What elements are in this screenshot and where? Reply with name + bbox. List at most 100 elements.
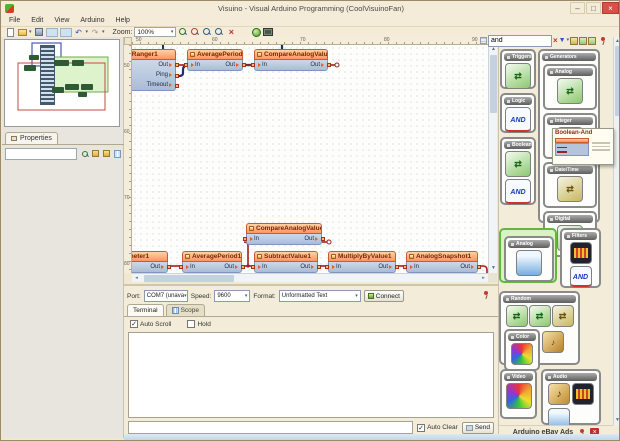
scroll-down-icon[interactable]: ▼ (614, 416, 620, 425)
pin-connector[interactable] (325, 265, 329, 269)
zoom-in-button[interactable] (178, 28, 188, 37)
new-project-button[interactable] (5, 28, 15, 37)
block-analog-snapshot1[interactable]: AnalogSnapshot1 InOut (406, 251, 478, 273)
scroll-left-icon[interactable]: ◂ (132, 274, 141, 283)
connect-button[interactable]: Connect (364, 290, 404, 302)
properties-filter-icon[interactable] (80, 149, 89, 158)
format-combobox[interactable]: Unformatted Text▾ (279, 290, 361, 302)
group-header[interactable]: Filters (564, 232, 597, 240)
compile-run-icon[interactable] (252, 28, 261, 37)
palette-group-filters[interactable]: Filters AND (560, 228, 601, 288)
block-compare-analog-value2[interactable]: CompareAnalogValue2 InOut (254, 49, 328, 71)
design-canvas[interactable]: UltrasonicRanger1 EchoOut Ping Timeout A… (132, 45, 488, 273)
project-overview-minimap[interactable] (4, 39, 120, 127)
pin-connector[interactable] (395, 265, 399, 269)
category-view-icon[interactable] (114, 150, 121, 158)
block-multiply-by-value1[interactable]: MultiplyByValue1 InOut (328, 251, 396, 273)
menu-help[interactable]: Help (111, 16, 135, 25)
pin-connector[interactable] (184, 63, 188, 67)
palette-scrollbar[interactable]: ▲ ▼ (613, 37, 620, 425)
random-gold-icon[interactable]: ♪ (542, 331, 564, 353)
pin-out[interactable]: Out (310, 62, 324, 68)
canvas-vertical-scrollbar[interactable]: ▲ ▼ (488, 45, 497, 273)
palette-pin-icon[interactable] (598, 36, 607, 45)
group-header[interactable]: Triggers (504, 53, 532, 61)
pin-connector[interactable] (175, 63, 179, 67)
tab-scope[interactable]: Scope (166, 304, 205, 316)
pin-out[interactable]: Out (150, 264, 164, 270)
block-ultrasonic-ranger1[interactable]: UltrasonicRanger1 EchoOut Ping Timeout (132, 49, 176, 91)
board-button[interactable] (263, 28, 273, 37)
palette-group-video[interactable]: Video (500, 369, 537, 419)
palette-group-logic[interactable]: Logic AND (500, 93, 536, 133)
pin-out[interactable]: Out (304, 236, 318, 242)
random-icon[interactable]: ⇄ (552, 305, 574, 327)
palette-group-boolean[interactable]: Boolean ⇄ AND (500, 137, 536, 205)
random-icon[interactable]: ⇄ (529, 305, 551, 327)
subgroup-header[interactable]: Color (508, 333, 536, 341)
tab-properties[interactable]: Properties (5, 132, 58, 144)
undo-dropdown-caret[interactable]: ▾ (86, 28, 89, 37)
auto-scroll-option[interactable]: ✓Auto Scroll (130, 320, 171, 328)
terminal-pin-icon[interactable] (481, 290, 490, 299)
delete-button[interactable]: × (226, 28, 236, 37)
group-header[interactable]: Logic (504, 97, 532, 105)
video-component-icon[interactable] (506, 383, 532, 409)
pin-in[interactable]: In (191, 62, 200, 68)
random-analog-icon[interactable]: ⇄ (557, 78, 583, 104)
palette-group-random[interactable]: Random ⇄ ⇄ ⇄ Color ♪ (499, 291, 580, 365)
pin-in[interactable]: In (410, 264, 419, 270)
port-combobox[interactable]: COM7 (unava▾ (144, 290, 188, 302)
clear-search-icon[interactable]: × (553, 35, 558, 47)
pin-connector[interactable] (243, 237, 247, 241)
speaker-icon[interactable]: ♪ (548, 383, 570, 405)
subgroup-header[interactable]: Date/Time (547, 166, 593, 174)
disabled-tool-button-2[interactable] (60, 28, 72, 37)
pin-out[interactable]: Out (225, 62, 239, 68)
pin-in[interactable]: In (258, 62, 267, 68)
pin-connector[interactable] (403, 265, 407, 269)
scroll-down-icon[interactable]: ▼ (489, 264, 498, 273)
zoom-combobox[interactable]: 100%▾ (134, 27, 176, 37)
group-header[interactable]: Boolean (504, 141, 532, 149)
minimize-button[interactable]: – (570, 2, 585, 14)
pin-connector[interactable] (179, 265, 183, 269)
menu-edit[interactable]: Edit (26, 16, 48, 25)
palette-group-audio[interactable]: Audio ♪ (541, 369, 601, 425)
boolean-component-icon[interactable]: ⇄ (505, 151, 531, 177)
block-subtract-value1[interactable]: SubtractValue1 InOut (254, 251, 318, 273)
terminal-send-input[interactable] (128, 421, 413, 434)
palette-subgroup-analog[interactable]: Analog ⇄ (543, 64, 597, 110)
pin-in[interactable]: In (186, 264, 195, 270)
pin-ping[interactable]: Ping (156, 72, 172, 78)
categories-icon[interactable] (588, 37, 596, 45)
filter-and-icon[interactable]: AND (570, 266, 592, 288)
scroll-right-icon[interactable]: ▸ (479, 274, 488, 283)
subgroup-header[interactable]: Integer (547, 117, 593, 125)
maximize-button[interactable]: □ (586, 2, 601, 14)
properties-search-input[interactable] (5, 148, 77, 160)
speed-combobox[interactable]: 9600▾ (214, 290, 250, 302)
auto-clear-option[interactable]: ✓Auto Clear (417, 424, 458, 432)
scroll-thumb[interactable] (490, 55, 497, 113)
palette-group-triggers[interactable]: Triggers ⇄ (500, 49, 536, 89)
pin-connector[interactable] (327, 63, 331, 67)
redo-dropdown-caret[interactable]: ▾ (102, 28, 105, 37)
group-header[interactable]: Generators (542, 53, 596, 61)
filter-caret-icon[interactable]: ▾ (567, 36, 570, 45)
random-icon[interactable]: ⇄ (506, 305, 528, 327)
terminal-output-area[interactable] (128, 332, 494, 418)
pin-out[interactable]: Out (224, 264, 238, 270)
block-compare-analog-value1[interactable]: CompareAnalogValue1 InOut (246, 223, 322, 245)
tab-terminal[interactable]: Terminal (127, 304, 164, 316)
pin-out[interactable]: Out (158, 62, 172, 68)
group-header[interactable]: Audio (545, 373, 597, 381)
pin-connector[interactable] (175, 84, 179, 88)
auto-scroll-checkbox[interactable]: ✓ (130, 320, 138, 328)
subgroup-header[interactable]: Analog (547, 68, 593, 76)
pin-out[interactable]: Out (300, 264, 314, 270)
pin-out[interactable]: Out (378, 264, 392, 270)
random-color-icon[interactable] (511, 343, 533, 365)
open-dropdown-caret[interactable]: ▾ (29, 28, 32, 37)
pin-in[interactable]: In (332, 264, 341, 270)
